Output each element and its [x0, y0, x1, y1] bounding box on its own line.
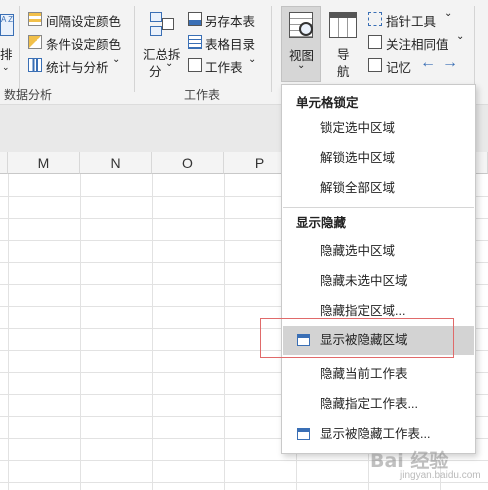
sort-button[interactable]: A Z 排 ⌄ — [0, 8, 18, 72]
menu-item-label: 显示被隐藏工作表... — [320, 427, 431, 441]
menu-item-lock-selection[interactable]: 锁定选中区域 — [283, 114, 474, 143]
navigation-label-line2: 航 — [337, 65, 350, 79]
az-sort-icon: A Z — [0, 14, 14, 36]
worksheet-icon — [188, 58, 202, 72]
chevron-down-icon: ⌄ — [2, 62, 10, 72]
interval-color-button[interactable]: 间隔设定颜色 — [26, 10, 132, 30]
interval-color-icon — [28, 12, 42, 26]
menu-item-show-hidden-sheet[interactable]: 显示被隐藏工作表... — [283, 420, 474, 449]
watermark-url: jingyan.baidu.com — [400, 470, 481, 481]
save-copy-button[interactable]: 另存本表 — [186, 10, 266, 30]
statistics-label: 统计与分析 — [46, 61, 109, 75]
grid-column-line — [8, 174, 9, 490]
save-copy-icon — [188, 12, 202, 26]
focus-same-value-button[interactable]: 关注相同值 ⌄ — [366, 31, 476, 53]
grid-column-line — [152, 174, 153, 490]
worksheet-button[interactable]: 工作表 ⌄ — [186, 54, 266, 76]
menu-item-unlock-all[interactable]: 解锁全部区域 — [283, 174, 474, 203]
summary-split-icon — [150, 12, 174, 38]
window-icon — [297, 428, 310, 440]
group-label-data-analysis: 数据分析 — [4, 88, 53, 102]
menu-section-cell-lock: 单元格锁定 — [296, 96, 359, 110]
table-toc-button[interactable]: 表格目录 — [186, 33, 266, 53]
back-arrow-icon[interactable]: ← — [420, 54, 436, 72]
navigation-button[interactable]: 导 航 — [325, 8, 363, 79]
forward-arrow-icon[interactable]: → — [442, 54, 458, 72]
focus-same-value-label: 关注相同值 — [386, 38, 449, 52]
summary-split-button[interactable]: 汇总拆 分 ⌄ — [140, 8, 182, 79]
column-header-o[interactable]: O — [152, 152, 224, 174]
menu-item-hide-current-sheet[interactable]: 隐藏当前工作表 — [283, 360, 474, 389]
chevron-down-icon: ⌄ — [444, 8, 453, 19]
table-toc-icon — [188, 35, 202, 49]
column-header-partial[interactable] — [0, 152, 8, 174]
menu-section-show-hide: 显示隐藏 — [296, 216, 347, 230]
view-dropdown-menu: 单元格锁定 锁定选中区域 解锁选中区域 解锁全部区域 显示隐藏 隐藏选中区域 隐… — [281, 84, 476, 454]
view-icon — [289, 12, 313, 38]
menu-item-label: 解锁选中区域 — [320, 151, 396, 165]
menu-item-hide-specified-sheet[interactable]: 隐藏指定工作表... — [283, 390, 474, 419]
menu-item-label: 隐藏选中区域 — [320, 244, 396, 258]
grid-column-line — [80, 174, 81, 490]
separator — [19, 6, 20, 92]
menu-item-hide-selection[interactable]: 隐藏选中区域 — [283, 237, 474, 266]
az-label: A Z — [1, 15, 14, 24]
statistics-button[interactable]: 统计与分析 ⌄ — [26, 54, 132, 76]
chevron-down-icon: ⌄ — [456, 31, 465, 42]
menu-item-label: 隐藏指定工作表... — [320, 397, 418, 411]
statistics-icon — [28, 58, 42, 72]
worksheet-label: 工作表 — [205, 61, 243, 75]
chevron-down-icon: ⌄ — [165, 58, 174, 69]
magnifier-icon — [299, 22, 313, 36]
menu-item-unlock-selection[interactable]: 解锁选中区域 — [283, 144, 474, 173]
menu-item-label: 解锁全部区域 — [320, 181, 396, 195]
menu-item-label: 隐藏当前工作表 — [320, 367, 408, 381]
pointer-tool-button[interactable]: 指针工具 ⌄ — [366, 8, 466, 30]
menu-item-label: 隐藏未选中区域 — [320, 274, 408, 288]
interval-color-label: 间隔设定颜色 — [46, 15, 122, 29]
watermark-logo: Bai 经验 — [370, 450, 449, 472]
save-copy-label: 另存本表 — [205, 15, 256, 29]
memo-label: 记忆 — [386, 61, 412, 75]
memo-button[interactable]: 记忆 — [366, 56, 416, 76]
summary-split-label-line2: 分 — [149, 65, 162, 79]
column-header-n[interactable]: N — [80, 152, 152, 174]
table-toc-label: 表格目录 — [205, 38, 256, 52]
chevron-down-icon: ⌄ — [112, 54, 121, 65]
grid-row-line — [0, 482, 488, 483]
grid-column-line — [224, 174, 225, 490]
chevron-down-icon: ⌄ — [297, 60, 306, 71]
separator — [474, 6, 475, 92]
focus-same-value-icon — [368, 35, 382, 49]
conditional-color-label: 条件设定颜色 — [46, 38, 122, 52]
highlight-annotation-box — [260, 318, 454, 358]
separator — [271, 6, 272, 92]
memo-icon — [368, 58, 382, 72]
sort-label: 排 — [0, 48, 13, 62]
menu-item-label: 锁定选中区域 — [320, 121, 396, 135]
navigation-icon — [329, 12, 357, 38]
view-button[interactable]: 视图 ⌄ — [281, 6, 321, 82]
menu-item-hide-unselected[interactable]: 隐藏未选中区域 — [283, 267, 474, 296]
conditional-color-icon — [28, 35, 42, 49]
pointer-tool-label: 指针工具 — [386, 15, 437, 29]
group-label-worksheet: 工作表 — [184, 88, 221, 102]
separator — [134, 6, 135, 92]
conditional-color-button[interactable]: 条件设定颜色 — [26, 33, 132, 53]
chevron-down-icon: ⌄ — [248, 54, 257, 65]
column-header-m[interactable]: M — [8, 152, 80, 174]
menu-divider — [283, 207, 474, 208]
pointer-tool-icon — [368, 12, 382, 26]
